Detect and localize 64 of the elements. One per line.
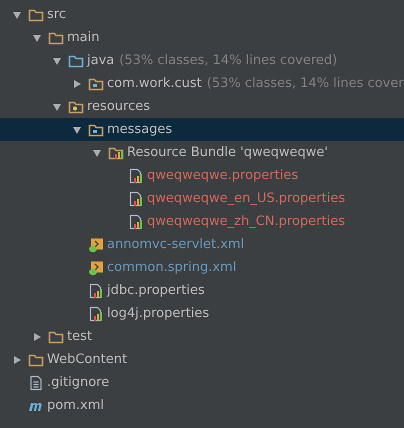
selected-tree-row[interactable]: messages <box>0 118 404 141</box>
tree-row[interactable]: qweqweqwe_en_US.properties <box>0 187 404 210</box>
tree-row[interactable]: resources <box>0 95 404 118</box>
tree-item-label: WebContent <box>47 352 128 367</box>
properties-file-icon <box>88 282 104 298</box>
expanded-arrow-icon[interactable] <box>12 10 22 20</box>
tree-item-label: src <box>47 7 66 22</box>
tree-row[interactable]: annomvc-servlet.xml <box>0 233 404 256</box>
tree-row[interactable]: test <box>0 325 404 348</box>
tree-row[interactable]: pom.xml <box>0 394 404 417</box>
tree-item-label: .gitignore <box>47 375 110 390</box>
tree-row[interactable]: qweqweqwe.properties <box>0 164 404 187</box>
tree-item-label: jdbc.properties <box>107 283 205 298</box>
tree-row[interactable]: Resource Bundle 'qweqweqwe' <box>0 141 404 164</box>
folder-icon <box>48 328 64 344</box>
tree-row[interactable]: qweqweqwe_zh_CN.properties <box>0 210 404 233</box>
tree-item-label: Resource Bundle 'qweqweqwe' <box>127 145 328 160</box>
tree-row[interactable]: java (53% classes, 14% lines covered) <box>0 49 404 72</box>
tree-item-label: qweqweqwe_zh_CN.properties <box>147 214 345 229</box>
tree-row[interactable]: .gitignore <box>0 371 404 394</box>
tree-item-label: messages <box>107 122 172 137</box>
coverage-note: (53% classes, 14% lines cover <box>206 76 404 91</box>
collapsed-arrow-icon[interactable] <box>12 354 22 364</box>
tree-item-label: qweqweqwe.properties <box>147 168 298 183</box>
expanded-arrow-icon[interactable] <box>52 56 62 66</box>
expanded-arrow-icon[interactable] <box>52 102 62 112</box>
tree-item-label: log4j.properties <box>107 306 210 321</box>
tree-item-label: common.spring.xml <box>107 260 236 275</box>
expanded-arrow-icon[interactable] <box>92 148 102 158</box>
tree-item-label: resources <box>87 99 150 114</box>
folder-icon <box>68 52 84 68</box>
folder-icon <box>28 352 44 368</box>
properties-file-icon <box>128 190 144 206</box>
expanded-arrow-icon[interactable] <box>32 32 42 42</box>
tree-item-label: com.work.cust <box>107 76 202 91</box>
xml-file-icon <box>88 260 104 276</box>
tree-item-label: qweqweqwe_en_US.properties <box>147 191 346 206</box>
package-folder-icon <box>88 122 104 138</box>
folder-icon <box>28 6 44 22</box>
folder-icon <box>48 30 64 46</box>
tree-row[interactable]: WebContent <box>0 348 404 371</box>
tree-row[interactable]: common.spring.xml <box>0 256 404 279</box>
properties-file-icon <box>88 306 104 322</box>
tree-row[interactable]: log4j.properties <box>0 302 404 325</box>
properties-file-icon <box>128 168 144 184</box>
tree-item-label: main <box>67 30 100 45</box>
tree-item-label: pom.xml <box>47 398 104 413</box>
tree-item-label: annomvc-servlet.xml <box>107 237 244 252</box>
tree-item-label: test <box>67 329 92 344</box>
package-folder-icon <box>88 76 104 92</box>
tree-row[interactable]: main <box>0 26 404 49</box>
collapsed-arrow-icon[interactable] <box>72 78 82 88</box>
text-file-icon <box>28 374 44 390</box>
expanded-arrow-icon[interactable] <box>72 124 82 134</box>
tree-row[interactable]: com.work.cust (53% classes, 14% lines cover <box>0 72 404 95</box>
tree-row[interactable]: jdbc.properties <box>0 279 404 302</box>
coverage-note: (53% classes, 14% lines covered) <box>119 53 338 68</box>
bundle-icon <box>108 144 124 160</box>
resources-folder-icon <box>68 98 84 114</box>
properties-file-icon <box>128 214 144 230</box>
tree-item-label: java <box>87 53 114 68</box>
tree-row[interactable]: src <box>0 3 404 26</box>
xml-file-icon <box>88 236 104 252</box>
collapsed-arrow-icon[interactable] <box>32 332 42 342</box>
